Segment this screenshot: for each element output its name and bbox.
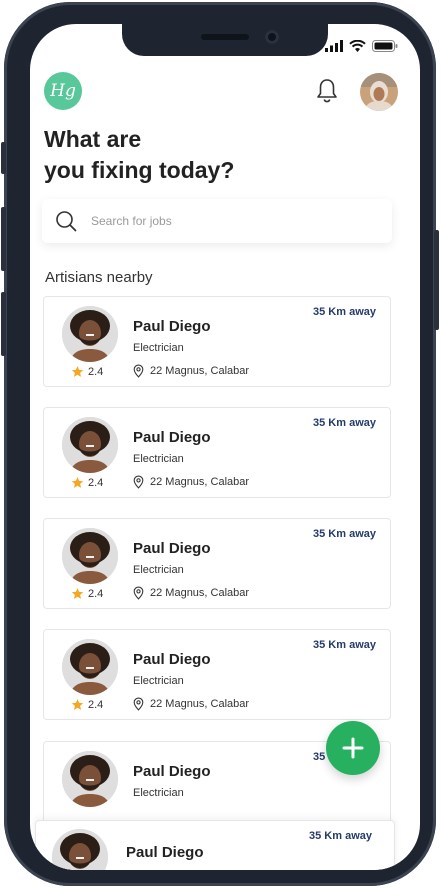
location-text: 22 Magnus, Calabar bbox=[150, 698, 250, 710]
cellular-signal-icon bbox=[325, 40, 343, 52]
bell-icon[interactable] bbox=[316, 77, 338, 105]
artisan-role: Electrician bbox=[133, 675, 184, 687]
star-icon bbox=[71, 588, 84, 599]
user-avatar[interactable] bbox=[360, 73, 398, 111]
artisan-avatar bbox=[52, 829, 108, 870]
artisan-location: 22 Magnus, Calabar bbox=[132, 364, 249, 378]
artisan-name: Paul Diego bbox=[133, 763, 211, 780]
artisan-rating: 2.4 bbox=[71, 365, 103, 378]
plus-icon bbox=[342, 737, 364, 759]
wifi-icon bbox=[349, 40, 366, 52]
app-logo: Hg bbox=[44, 72, 82, 110]
artisan-role: Electrician bbox=[133, 787, 184, 799]
status-bar-icons bbox=[325, 40, 398, 52]
user-avatar-image bbox=[360, 73, 398, 111]
artisan-avatar bbox=[62, 417, 118, 473]
app-screen: Hg What are you fixing today? Search for… bbox=[30, 24, 420, 870]
artisan-rating: 2.4 bbox=[71, 698, 103, 711]
artisan-name: Paul Diego bbox=[133, 429, 211, 446]
location-text: 22 Magnus, Calabar bbox=[150, 587, 250, 599]
section-title: Artisians nearby bbox=[45, 269, 153, 286]
headline-line-1: What are bbox=[44, 126, 142, 152]
artisan-avatar bbox=[62, 751, 118, 807]
power-button bbox=[434, 230, 439, 330]
artisan-location: 22 Magnus, Calabar bbox=[132, 475, 249, 489]
artisan-distance: 35 Km away bbox=[313, 417, 376, 429]
artisan-name: Paul Diego bbox=[133, 540, 211, 557]
page-headline: What are you fixing today? bbox=[44, 124, 234, 186]
artisan-rating: 2.4 bbox=[71, 476, 103, 489]
location-text: 22 Magnus, Calabar bbox=[150, 365, 250, 377]
logo-text: Hg bbox=[50, 81, 76, 101]
notch bbox=[122, 24, 328, 56]
artisan-card[interactable]: Paul Diego Electrician 35 Km away 2.4 22… bbox=[43, 518, 391, 609]
location-pin-icon bbox=[133, 364, 144, 378]
artisan-name: Paul Diego bbox=[133, 651, 211, 668]
artisan-card[interactable]: Paul Diego 35 Km away bbox=[35, 820, 395, 870]
rating-value: 2.4 bbox=[88, 698, 104, 711]
artisan-location: 22 Magnus, Calabar bbox=[132, 586, 249, 600]
search-input[interactable] bbox=[89, 213, 353, 229]
artisan-distance: 35 Km away bbox=[313, 306, 376, 318]
volume-down-button bbox=[1, 292, 6, 356]
volume-up-button bbox=[1, 207, 6, 271]
artisan-avatar bbox=[62, 639, 118, 695]
location-pin-icon bbox=[133, 586, 144, 600]
front-camera bbox=[265, 30, 279, 44]
location-text: 22 Magnus, Calabar bbox=[150, 476, 250, 488]
artisan-role: Electrician bbox=[133, 342, 184, 354]
rating-value: 2.4 bbox=[88, 365, 104, 378]
artisan-avatar bbox=[62, 306, 118, 362]
rating-value: 2.4 bbox=[88, 587, 104, 600]
headline-line-2: you fixing today? bbox=[44, 157, 235, 183]
rating-value: 2.4 bbox=[88, 476, 104, 489]
artisan-avatar bbox=[62, 528, 118, 584]
search-icon bbox=[56, 211, 77, 232]
artisan-rating: 2.4 bbox=[71, 587, 103, 600]
artisan-distance: 35 Km away bbox=[313, 639, 376, 651]
battery-icon bbox=[372, 40, 398, 52]
star-icon bbox=[71, 366, 84, 377]
artisan-distance: 35 Km away bbox=[309, 830, 372, 842]
add-button[interactable] bbox=[326, 721, 380, 775]
artisan-card[interactable]: Paul Diego Electrician 35 Km away 2.4 22… bbox=[43, 407, 391, 498]
artisan-distance: 35 Km away bbox=[313, 528, 376, 540]
artisan-role: Electrician bbox=[133, 453, 184, 465]
star-icon bbox=[71, 477, 84, 488]
star-icon bbox=[71, 699, 84, 710]
location-pin-icon bbox=[133, 475, 144, 489]
location-pin-icon bbox=[133, 697, 144, 711]
artisan-role: Electrician bbox=[133, 564, 184, 576]
artisan-card[interactable]: Paul Diego Electrician 35 Km away 2.4 22… bbox=[43, 296, 391, 387]
artisan-name: Paul Diego bbox=[126, 844, 204, 861]
artisan-name: Paul Diego bbox=[133, 318, 211, 335]
artisan-card[interactable]: Paul Diego Electrician 35 Km away 2.4 22… bbox=[43, 629, 391, 720]
artisan-location: 22 Magnus, Calabar bbox=[132, 697, 249, 711]
mute-switch bbox=[1, 142, 6, 174]
phone-frame: Hg What are you fixing today? Search for… bbox=[1, 2, 439, 886]
speaker bbox=[201, 34, 249, 40]
search-bar[interactable] bbox=[42, 199, 392, 243]
